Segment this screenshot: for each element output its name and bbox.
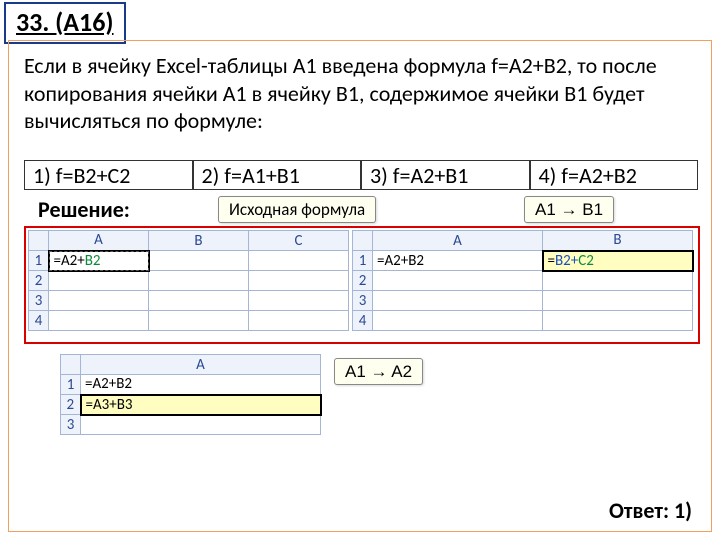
cell-B4 <box>149 311 249 331</box>
callout-source-formula: Исходная формула <box>218 196 376 223</box>
row-1: 1 <box>29 251 49 271</box>
col-A: A <box>49 231 149 251</box>
cell-C2 <box>249 271 349 291</box>
col-A: A <box>373 231 543 251</box>
cell-A2: =A3+B3 <box>81 395 321 415</box>
a1-prefix: =A2+ <box>54 252 85 270</box>
callout-a1-to-b1: A1 → B1 <box>524 196 614 223</box>
col-A: A <box>81 355 321 375</box>
cell-A4 <box>49 311 149 331</box>
callout-a1a2-text: A1 → A2 <box>345 362 412 381</box>
option-3: 3) f=A2+B1 <box>361 160 530 190</box>
problem-text: Если в ячейку Excel-таблицы A1 введена ф… <box>24 52 698 135</box>
row-4: 4 <box>29 311 49 331</box>
b1-eq: = <box>548 252 555 270</box>
col-B: B <box>149 231 249 251</box>
cell-B3 <box>543 291 693 311</box>
a1-b2: B2 <box>85 252 101 270</box>
row-2: 2 <box>61 395 81 415</box>
answer-label: Ответ: 1) <box>609 497 692 524</box>
row-2: 2 <box>29 271 49 291</box>
row-3: 3 <box>353 291 373 311</box>
b1-c2: C2 <box>578 252 594 270</box>
cell-A4 <box>373 311 543 331</box>
answer-options: 1) f=B2+C2 2) f=A1+B1 3) f=A2+B1 4) f=A2… <box>24 160 698 190</box>
cell-A1: =A2+B2 <box>49 251 149 271</box>
cell-C3 <box>249 291 349 311</box>
cell-B3 <box>149 291 249 311</box>
cell-A1: =A2+B2 <box>373 251 543 271</box>
callout-a1-to-a2: A1 → A2 <box>334 358 423 385</box>
row-2: 2 <box>353 271 373 291</box>
option-1: 1) f=B2+C2 <box>24 160 193 190</box>
cell-A1: =A2+B2 <box>81 375 321 395</box>
excel-grid-2: AB 1=A2+B2=B2+C2 2 3 4 <box>352 230 694 331</box>
cell-A2 <box>49 271 149 291</box>
cell-A3 <box>49 291 149 311</box>
row-4: 4 <box>353 311 373 331</box>
col-C: C <box>249 231 349 251</box>
b1-b2: B2+ <box>555 252 578 270</box>
cell-B2 <box>149 271 249 291</box>
row-1: 1 <box>353 251 373 271</box>
cell-B1 <box>149 251 249 271</box>
slide: 33. (А16) Если в ячейку Excel-таблицы A1… <box>0 0 720 540</box>
cell-B4 <box>543 311 693 331</box>
col-B: B <box>543 231 693 251</box>
corner-cell <box>353 231 373 251</box>
corner-cell <box>29 231 49 251</box>
cell-B1: =B2+C2 <box>543 251 693 271</box>
title-text: 33. (А16) <box>16 6 114 38</box>
cell-A3 <box>373 291 543 311</box>
row-3: 3 <box>29 291 49 311</box>
row-3: 3 <box>61 415 81 435</box>
cell-C1 <box>249 251 349 271</box>
cell-A2 <box>373 271 543 291</box>
option-2: 2) f=A1+B1 <box>193 160 362 190</box>
row-1: 1 <box>61 375 81 395</box>
solution-label: Решение: <box>38 196 130 223</box>
excel-grid-1: ABC 1=A2+B2 2 3 4 <box>28 230 349 331</box>
task-title: 33. (А16) <box>4 2 126 44</box>
excel-grid-3: A 1=A2+B2 2=A3+B3 3 <box>60 354 322 435</box>
option-4: 4) f=A2+B2 <box>530 160 699 190</box>
cell-C4 <box>249 311 349 331</box>
corner-cell <box>61 355 81 375</box>
cell-B2 <box>543 271 693 291</box>
callout-a1b1-text: A1 → B1 <box>535 200 603 219</box>
cell-A3 <box>81 415 321 435</box>
